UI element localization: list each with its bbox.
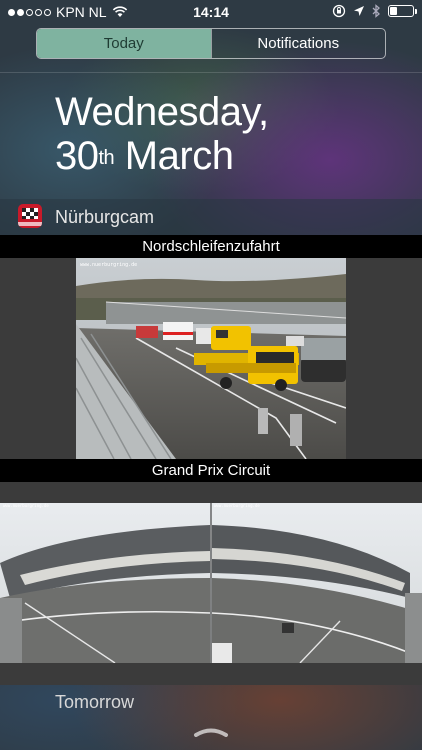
svg-text:www.nuerburgring.de: www.nuerburgring.de (80, 262, 137, 268)
date-day-month: 30th March (55, 134, 269, 178)
battery-icon (388, 5, 417, 17)
date-header: Wednesday, 30th March (55, 90, 269, 178)
svg-text:www.nuerburgring.de: www.nuerburgring.de (3, 503, 49, 508)
view-segmented-control: Today Notifications (36, 28, 386, 59)
cam-label-nordschleifenzufahrt: Nordschleifenzufahrt (0, 235, 422, 258)
tomorrow-label: Tomorrow (55, 692, 135, 712)
webcam-image-grand-prix-circuit[interactable]: www.nuerburgring.de www.nuerburgring.de (0, 503, 422, 663)
bluetooth-icon (372, 4, 380, 18)
status-right (332, 4, 417, 18)
tab-today[interactable]: Today (37, 29, 211, 58)
location-arrow-icon (354, 6, 364, 16)
svg-text:www.nuerburgring.de: www.nuerburgring.de (214, 503, 260, 508)
divider (0, 72, 422, 73)
date-ordinal: th (98, 147, 115, 169)
cam-label-grand-prix-circuit: Grand Prix Circuit (0, 459, 422, 482)
widget-app-name: Nürburgcam (55, 207, 155, 227)
widget-header[interactable]: Nürburgcam (0, 199, 422, 235)
grabber-icon[interactable] (193, 727, 229, 737)
app-icon (18, 204, 42, 228)
lock-rotation-icon (332, 4, 346, 18)
date-weekday: Wednesday, (55, 90, 269, 134)
status-bar: KPN NL 14:14 (0, 0, 422, 24)
tab-notifications[interactable]: Notifications (210, 29, 386, 58)
battery-fill (390, 7, 397, 15)
webcam-image-nordschleifenzufahrt[interactable]: www.nuerburgring.de (76, 258, 346, 459)
date-day: 30 (55, 134, 99, 178)
date-month: March (114, 134, 234, 178)
